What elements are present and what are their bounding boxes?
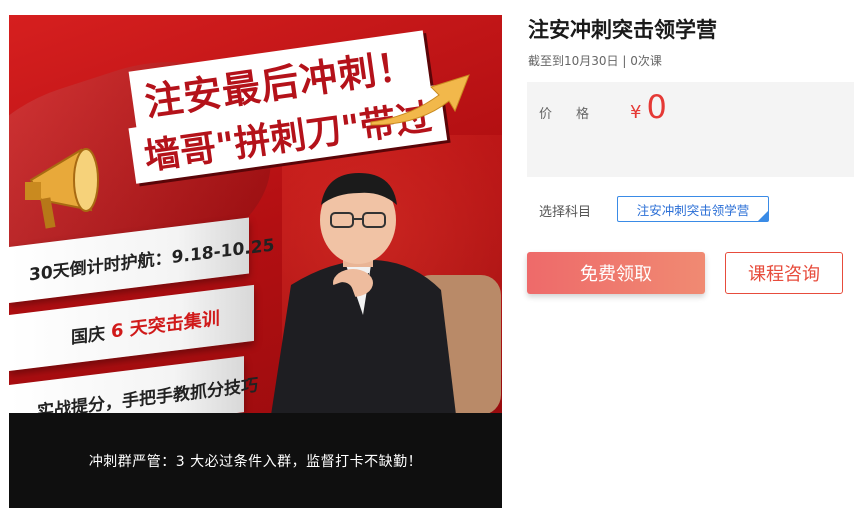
subject-label: 选择科目 — [539, 205, 592, 220]
price-value: ¥ 0 — [630, 88, 667, 126]
instructor-photo — [271, 173, 501, 415]
course-meta: 截至到10月30日 | 0次课 — [528, 54, 662, 68]
free-claim-button[interactable]: 免费领取 — [527, 252, 705, 294]
course-title: 注安冲刺突击领学营 — [528, 18, 717, 42]
selected-check-icon — [758, 211, 768, 221]
megaphone-icon — [25, 148, 99, 229]
promo-strip-holiday-highlight: 6 天突击集训 — [111, 308, 220, 343]
currency-symbol: ¥ — [630, 102, 642, 123]
subject-option-selected[interactable]: 注安冲刺突击领学营 — [617, 196, 769, 222]
course-consult-button[interactable]: 课程咨询 — [725, 252, 843, 294]
price-label: 价格 — [539, 107, 614, 122]
subject-option-label: 注安冲刺突击领学营 — [636, 202, 750, 218]
banner-footer-text: 冲刺群严管：3 大必过条件入群，监督打卡不缺勤！ — [9, 413, 502, 508]
price-amount: 0 — [646, 88, 667, 126]
rising-arrow-icon — [370, 74, 470, 126]
promo-strip-holiday-prefix: 国庆 — [71, 323, 105, 348]
price-box: 价格 ¥ 0 — [527, 82, 854, 177]
course-banner-image: 注安最后冲刺！ 墙哥"拼刺刀"带过 30天倒计时护航：9.18-10.25 国庆… — [9, 15, 502, 508]
